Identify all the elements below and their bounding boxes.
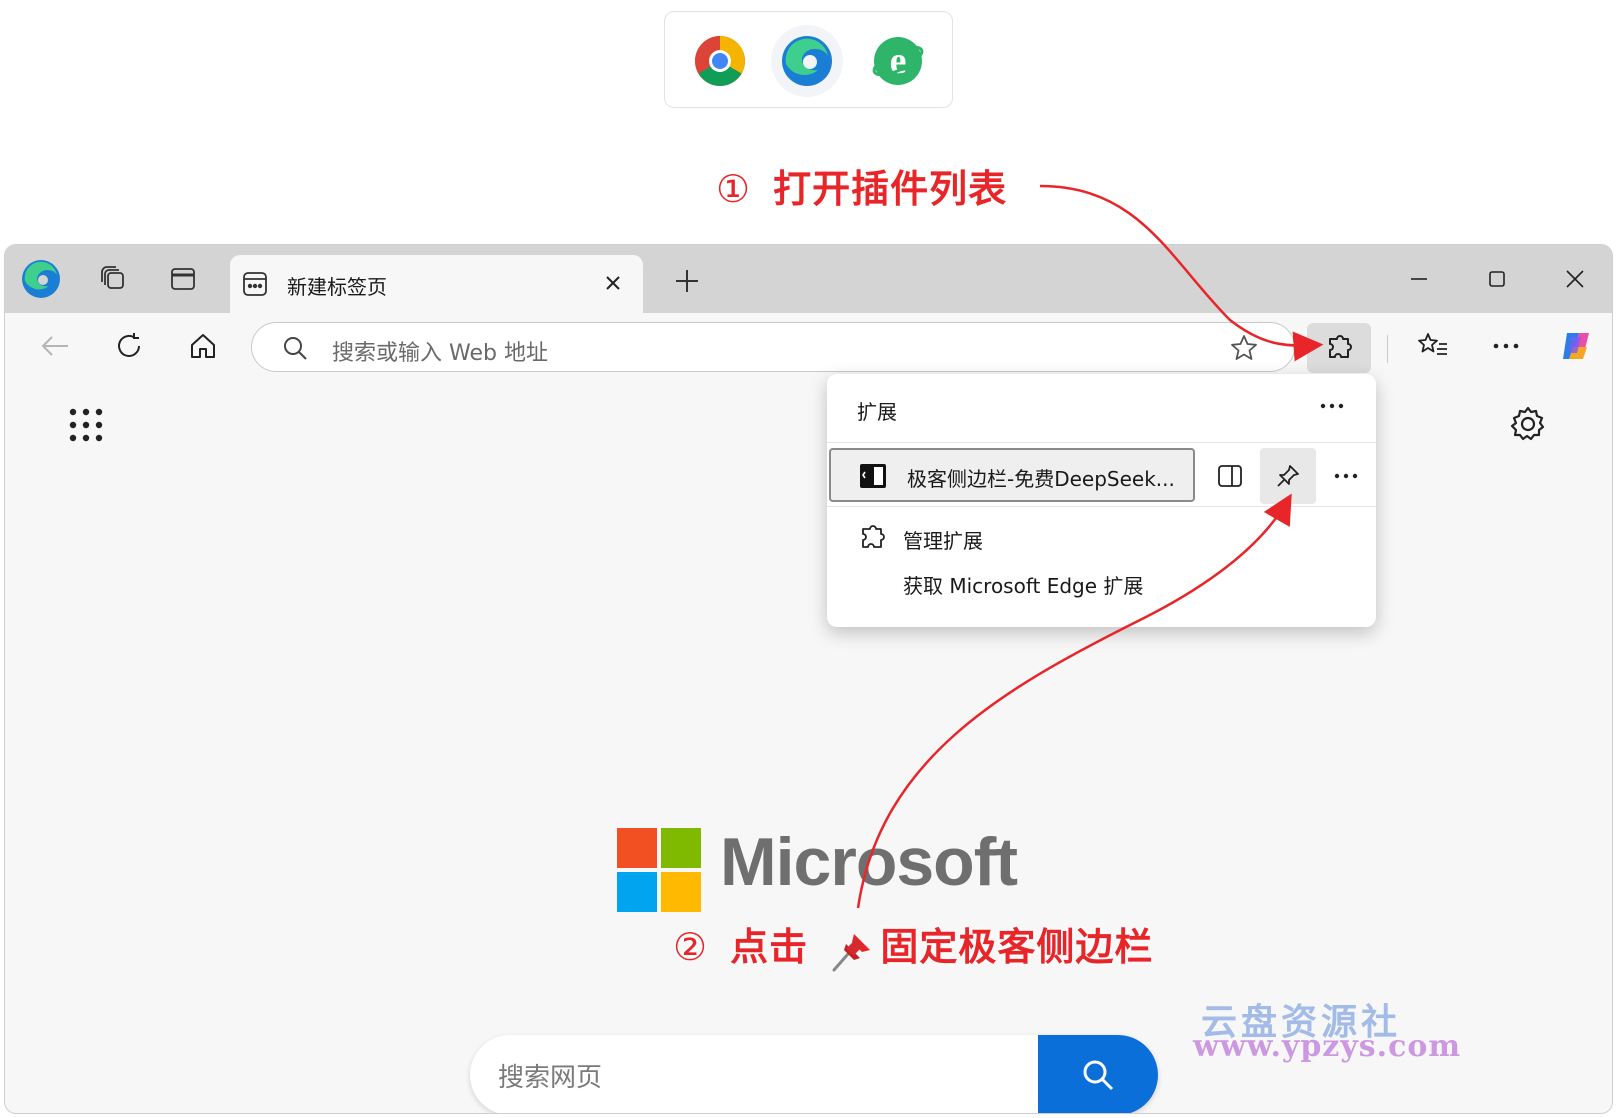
refresh-button[interactable] xyxy=(107,325,151,367)
home-button[interactable] xyxy=(181,325,225,367)
puzzle-icon xyxy=(857,523,887,557)
step1-text: 打开插件列表 xyxy=(773,167,1008,211)
svg-text:e: e xyxy=(890,40,907,82)
web-search-button[interactable] xyxy=(1038,1035,1158,1113)
microsoft-logo-icon xyxy=(617,828,701,912)
back-button[interactable] xyxy=(33,325,77,367)
new-tab-button[interactable] xyxy=(667,261,707,301)
toolbar-divider xyxy=(1387,335,1388,363)
divider xyxy=(827,442,1376,443)
divider xyxy=(827,506,1376,507)
step2-text-before: 点击 xyxy=(730,925,809,969)
edge-profile-icon[interactable] xyxy=(21,259,61,299)
ie-icon[interactable]: e xyxy=(871,34,925,88)
close-window-button[interactable] xyxy=(1552,261,1598,297)
page-settings-gear-icon[interactable] xyxy=(1509,405,1547,447)
tab-title: 新建标签页 xyxy=(287,275,387,299)
address-bar[interactable]: 搜索或输入 Web 地址 xyxy=(251,322,1295,372)
extensions-popup-title: 扩展 xyxy=(857,400,897,424)
extension-more-button[interactable] xyxy=(1324,454,1368,498)
manage-extensions-item[interactable]: 管理扩展 xyxy=(857,517,1257,561)
manage-extensions-label: 管理扩展 xyxy=(903,529,983,553)
favorites-button[interactable] xyxy=(1411,325,1455,367)
extension-item[interactable]: 极客侧边栏-免费DeepSeek... xyxy=(829,448,1195,502)
browser-window: 新建标签页 搜索或输入 Web 地址 Microsoft 搜索网页 云盘资源社 … xyxy=(4,244,1613,1114)
extensions-button[interactable] xyxy=(1307,323,1371,373)
search-icon xyxy=(282,335,308,365)
step1-number: ① xyxy=(716,167,752,211)
extension-logo-icon xyxy=(859,462,887,494)
extensions-popup: 扩展 极客侧边栏-免费DeepSeek... 管理扩展 获取 Microsoft… xyxy=(827,374,1376,627)
more-menu-button[interactable] xyxy=(1484,325,1528,367)
chrome-icon[interactable] xyxy=(693,34,747,88)
workspaces-icon[interactable] xyxy=(93,259,133,299)
apps-grid-icon[interactable] xyxy=(68,407,104,447)
step2-text-after: 固定极客侧边栏 xyxy=(880,925,1154,969)
web-search-box[interactable]: 搜索网页 xyxy=(470,1035,1158,1113)
pin-extension-button[interactable] xyxy=(1260,448,1316,504)
extension-name: 极客侧边栏-免费DeepSeek... xyxy=(907,467,1175,491)
minimize-button[interactable] xyxy=(1396,261,1442,297)
pushpin-icon xyxy=(828,930,874,971)
browser-picker: e xyxy=(664,11,953,108)
web-search-placeholder: 搜索网页 xyxy=(498,1063,603,1093)
maximize-button[interactable] xyxy=(1474,261,1520,297)
extensions-popup-more-button[interactable] xyxy=(1312,388,1352,424)
annotation-step2: ② 点击 固定极客侧边栏 xyxy=(673,916,1153,971)
toolbar: 搜索或输入 Web 地址 xyxy=(5,313,1612,379)
edge-icon[interactable] xyxy=(780,34,834,88)
get-extensions-link[interactable]: 获取 Microsoft Edge 扩展 xyxy=(903,570,1143,599)
tab-actions-icon[interactable] xyxy=(163,259,203,299)
tab-strip: 新建标签页 xyxy=(5,245,1612,313)
favorite-star-icon[interactable] xyxy=(1230,334,1258,366)
watermark-url: www.ypzys.com xyxy=(1193,1029,1462,1064)
step2-number: ② xyxy=(673,925,709,969)
tab-close-icon[interactable] xyxy=(599,269,627,297)
open-sidebar-icon[interactable] xyxy=(1208,454,1252,498)
tab-new-tab[interactable]: 新建标签页 xyxy=(230,255,643,313)
new-tab-favicon-icon xyxy=(242,271,268,301)
address-placeholder: 搜索或输入 Web 地址 xyxy=(332,341,548,366)
copilot-icon[interactable] xyxy=(1554,325,1598,367)
annotation-step1: ① 打开插件列表 xyxy=(716,158,1007,213)
microsoft-logo-text: Microsoft xyxy=(720,824,1018,900)
